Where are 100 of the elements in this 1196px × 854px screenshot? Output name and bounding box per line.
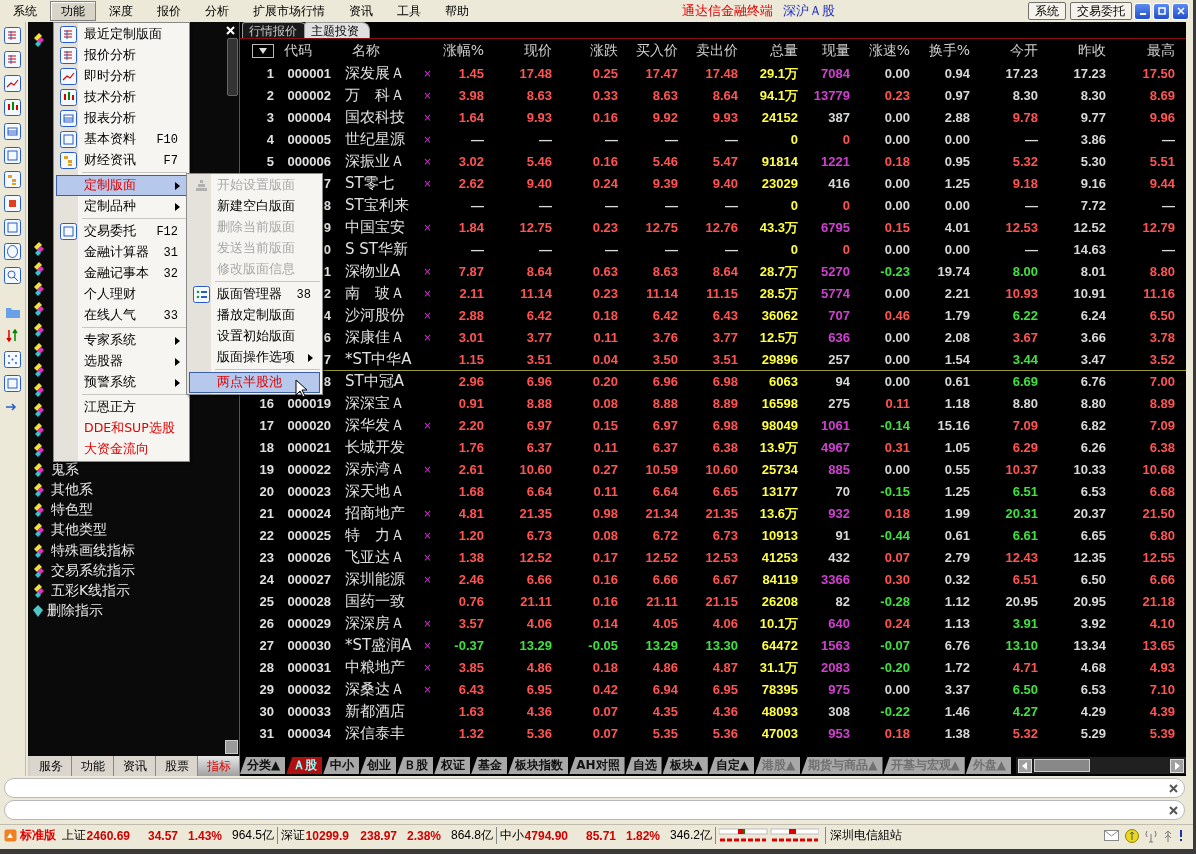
menu-item[interactable]: 大资金流向 bbox=[56, 439, 187, 460]
toolbar-button[interactable] bbox=[2, 97, 23, 117]
close-icon[interactable] bbox=[226, 26, 235, 35]
market-tab[interactable]: Ａ股 bbox=[286, 757, 323, 774]
toolbar-button[interactable] bbox=[2, 73, 23, 93]
clear-button[interactable] bbox=[1166, 803, 1180, 817]
menu-item[interactable]: 设置初始版面 bbox=[189, 326, 320, 347]
menu-button[interactable]: 功能 bbox=[50, 1, 96, 21]
market-tab[interactable]: 权证 bbox=[434, 757, 471, 774]
column-header[interactable]: 名称 bbox=[342, 42, 420, 60]
menu-item[interactable]: 在线人气 33 bbox=[56, 305, 187, 326]
scroll-left-button[interactable] bbox=[1018, 758, 1032, 773]
market-tab[interactable]: 板块指数 bbox=[508, 757, 569, 774]
column-header[interactable]: 昨收 bbox=[1038, 42, 1106, 60]
menu-item[interactable]: 报价分析 bbox=[56, 45, 187, 66]
menu-button[interactable]: 扩展市场行情 bbox=[242, 1, 336, 21]
toolbar-button[interactable] bbox=[2, 217, 23, 237]
column-menu-button[interactable] bbox=[252, 44, 274, 58]
column-header[interactable]: 涨跌 bbox=[552, 42, 618, 60]
toolbar-button[interactable]: 系统 bbox=[1028, 2, 1066, 20]
market-tab[interactable]: 基金 bbox=[471, 757, 508, 774]
sidebar-tab[interactable]: 功能 bbox=[72, 756, 114, 776]
scroll-right-button[interactable] bbox=[1170, 758, 1184, 773]
input-field[interactable] bbox=[4, 778, 1185, 798]
menu-item[interactable]: 新建空白版面 bbox=[189, 196, 320, 217]
tree-item[interactable]: 特殊画线指标 bbox=[51, 541, 135, 560]
column-header[interactable]: 卖出价 bbox=[678, 42, 738, 60]
tree-item[interactable]: 删除指示 bbox=[47, 601, 103, 620]
toolbar-button[interactable]: 交易委托 bbox=[1070, 2, 1132, 20]
column-header[interactable]: 换手% bbox=[910, 42, 970, 60]
column-header[interactable]: 今开 bbox=[970, 42, 1038, 60]
menu-item[interactable]: 个人理财 bbox=[56, 284, 187, 305]
column-header[interactable]: 现量 bbox=[798, 42, 850, 60]
coin-icon[interactable] bbox=[1125, 828, 1139, 843]
input-field[interactable] bbox=[4, 800, 1185, 820]
scrollbar[interactable] bbox=[227, 38, 238, 96]
menu-item[interactable]: 报表分析 bbox=[56, 108, 187, 129]
toolbar-button[interactable] bbox=[2, 25, 23, 45]
menu-item[interactable]: 定制品种 bbox=[56, 196, 187, 217]
menu-item[interactable]: 版面管理器 38 bbox=[189, 284, 320, 305]
tree-item[interactable]: 其他类型 bbox=[51, 521, 107, 540]
menu-item[interactable]: 专家系统 bbox=[56, 330, 187, 351]
menu-item[interactable]: 基本资料 F10 bbox=[56, 129, 187, 150]
toolbar-button[interactable] bbox=[2, 121, 23, 141]
menu-item[interactable]: 即时分析 bbox=[56, 66, 187, 87]
menu-item[interactable]: 金融计算器 31 bbox=[56, 242, 187, 263]
toolbar-button[interactable] bbox=[2, 265, 23, 285]
tree-item[interactable]: 五彩K线指示 bbox=[51, 581, 131, 600]
menu-button[interactable]: 资讯 bbox=[338, 1, 384, 21]
tree-item[interactable]: 交易系统指示 bbox=[51, 561, 135, 580]
toolbar-button[interactable] bbox=[2, 145, 23, 165]
menu-item[interactable]: 预警系统 bbox=[56, 372, 187, 393]
menu-item[interactable]: 最近定制版面 bbox=[56, 24, 187, 45]
tree-item[interactable]: 鬼系 bbox=[51, 461, 79, 480]
menu-item[interactable]: 选股器 bbox=[56, 351, 187, 372]
menu-item[interactable]: DDE和SUP选股 bbox=[56, 418, 187, 439]
toolbar-button[interactable] bbox=[2, 169, 23, 189]
market-tab[interactable]: 板块▲ bbox=[662, 757, 708, 774]
tree-item[interactable]: 其他系 bbox=[51, 481, 93, 500]
menu-button[interactable]: 系统 bbox=[2, 1, 48, 21]
menu-item[interactable]: 金融记事本 32 bbox=[56, 263, 187, 284]
market-tab[interactable]: AH对照 bbox=[569, 757, 625, 774]
market-tab[interactable]: 分类▲ bbox=[240, 757, 286, 774]
menu-item[interactable]: 交易委托 F12 bbox=[56, 221, 187, 242]
close-button[interactable] bbox=[1172, 2, 1189, 20]
market-tab[interactable]: Ｂ股 bbox=[397, 757, 434, 774]
alert-icon[interactable] bbox=[1179, 830, 1183, 841]
arrows-icon[interactable] bbox=[1163, 829, 1173, 842]
quote-tab[interactable]: 主题投资 bbox=[304, 22, 370, 38]
toolbar-button[interactable] bbox=[2, 373, 23, 393]
sidebar-tab[interactable]: 资讯 bbox=[114, 756, 156, 776]
menu-item[interactable]: 财经资讯 F7 bbox=[56, 150, 187, 171]
clear-button[interactable] bbox=[1166, 781, 1180, 795]
tree-item[interactable]: 特色型 bbox=[51, 501, 93, 520]
menu-button[interactable]: 报价 bbox=[146, 1, 192, 21]
menu-item[interactable]: 播放定制版面 bbox=[189, 305, 320, 326]
menu-button[interactable]: 帮助 bbox=[434, 1, 480, 21]
menu-button[interactable]: 工具 bbox=[386, 1, 432, 21]
scroll-thumb[interactable] bbox=[1034, 759, 1090, 772]
column-header[interactable]: 涨速% bbox=[850, 42, 910, 60]
menu-item[interactable]: 版面操作选项 bbox=[189, 347, 320, 368]
market-tab[interactable]: 自选 bbox=[625, 757, 662, 774]
menu-item[interactable]: 技术分析 bbox=[56, 87, 187, 108]
column-header[interactable]: 涨幅% bbox=[435, 42, 484, 60]
column-header[interactable]: 代码 bbox=[274, 42, 342, 60]
toolbar-button[interactable] bbox=[2, 193, 23, 213]
sidebar-tab[interactable]: 股票 bbox=[156, 756, 198, 776]
menu-button[interactable]: 分析 bbox=[194, 1, 240, 21]
column-header[interactable]: 现价 bbox=[484, 42, 552, 60]
column-header[interactable]: 买入价 bbox=[618, 42, 678, 60]
market-tab[interactable]: 自定▲ bbox=[708, 757, 755, 774]
minimize-button[interactable] bbox=[1134, 2, 1151, 20]
column-header[interactable]: 总量 bbox=[738, 42, 798, 60]
toolbar-button[interactable] bbox=[2, 349, 23, 369]
toolbar-button[interactable] bbox=[2, 49, 23, 69]
sidebar-tab[interactable]: 服务 bbox=[30, 756, 72, 776]
maximize-button[interactable] bbox=[1153, 2, 1170, 20]
market-tab[interactable]: 创业 bbox=[360, 757, 397, 774]
menu-item[interactable]: 江恩正方 bbox=[56, 397, 187, 418]
mail-icon[interactable] bbox=[1104, 830, 1119, 841]
